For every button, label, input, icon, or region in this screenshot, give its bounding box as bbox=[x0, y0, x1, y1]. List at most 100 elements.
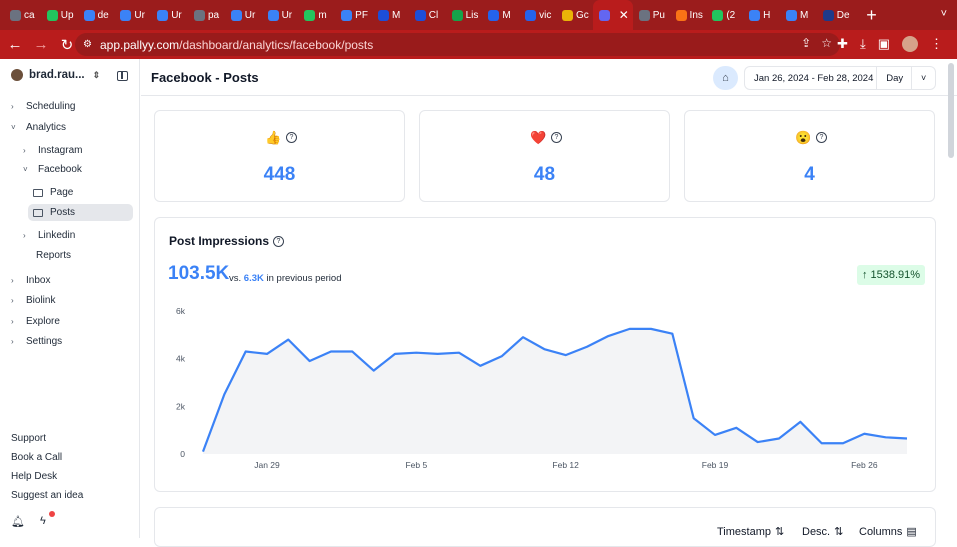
browser-tab[interactable]: M bbox=[372, 0, 409, 30]
help-icon[interactable]: ? bbox=[273, 236, 284, 247]
footer-link-help-desk[interactable]: Help Desk bbox=[11, 471, 57, 482]
new-tab-icon[interactable]: + bbox=[862, 5, 882, 26]
sidebar-item-analytics[interactable]: ˅ Analytics bbox=[11, 122, 66, 133]
browser-tab[interactable]: de bbox=[78, 0, 115, 30]
data-point[interactable] bbox=[649, 327, 653, 331]
data-point[interactable] bbox=[286, 338, 290, 342]
data-point[interactable] bbox=[585, 345, 589, 349]
browser-tab[interactable]: Up bbox=[41, 0, 78, 30]
data-point[interactable] bbox=[734, 426, 738, 430]
data-point[interactable] bbox=[222, 392, 226, 396]
browser-tab[interactable]: Lis bbox=[446, 0, 483, 30]
browser-menu-icon[interactable]: ⋮ bbox=[930, 36, 943, 52]
data-point[interactable] bbox=[564, 353, 568, 357]
tab-search-icon[interactable]: ˅ bbox=[941, 8, 947, 20]
close-tab-icon[interactable]: ✕ bbox=[619, 8, 629, 22]
browser-tab[interactable]: De bbox=[817, 0, 854, 30]
data-point[interactable] bbox=[798, 420, 802, 424]
tag-filter-button[interactable]: ⌂ bbox=[713, 66, 738, 90]
data-point[interactable] bbox=[308, 359, 312, 363]
collapse-sidebar-icon[interactable] bbox=[117, 71, 128, 81]
browser-tab[interactable]: pa bbox=[188, 0, 225, 30]
data-point[interactable] bbox=[542, 347, 546, 351]
side-panel-icon[interactable]: ▣ bbox=[878, 36, 890, 52]
help-icon[interactable]: ? bbox=[816, 132, 827, 143]
browser-tab[interactable]: m bbox=[298, 0, 335, 30]
data-point[interactable] bbox=[884, 435, 888, 439]
data-point[interactable] bbox=[414, 351, 418, 355]
data-point[interactable] bbox=[500, 354, 504, 358]
browser-tab[interactable]: M bbox=[780, 0, 817, 30]
browser-tab[interactable]: Ur bbox=[151, 0, 188, 30]
bookmark-star-icon[interactable]: ☆ bbox=[821, 36, 832, 50]
data-point[interactable] bbox=[905, 437, 909, 441]
footer-link-book-a-call[interactable]: Book a Call bbox=[11, 452, 62, 463]
browser-tab[interactable]: M bbox=[482, 0, 519, 30]
data-point[interactable] bbox=[350, 350, 354, 354]
data-point[interactable] bbox=[628, 327, 632, 331]
sidebar-item-explore[interactable]: › Explore bbox=[11, 316, 60, 327]
help-icon[interactable]: ? bbox=[286, 132, 297, 143]
sidebar-item-instagram[interactable]: › Instagram bbox=[23, 145, 82, 156]
granularity-select[interactable]: Day bbox=[876, 67, 911, 89]
sidebar-item-linkedin[interactable]: › Linkedin bbox=[23, 230, 75, 241]
data-point[interactable] bbox=[201, 450, 205, 454]
data-point[interactable] bbox=[777, 437, 781, 441]
forward-icon[interactable]: → bbox=[30, 36, 52, 53]
browser-tab[interactable]: Ur bbox=[114, 0, 151, 30]
browser-tab[interactable]: (2 bbox=[706, 0, 743, 30]
sidebar-item-inbox[interactable]: › Inbox bbox=[11, 275, 50, 286]
url-bar[interactable]: ⚙ app.pallyy.com/dashboard/analytics/fac… bbox=[75, 33, 840, 56]
data-point[interactable] bbox=[436, 352, 440, 356]
browser-tab[interactable]: Pu bbox=[633, 0, 670, 30]
browser-tab[interactable]: Ur bbox=[225, 0, 262, 30]
browser-tab[interactable]: Ins bbox=[670, 0, 707, 30]
share-icon[interactable]: ⇪ bbox=[801, 36, 811, 50]
sidebar-item-biolink[interactable]: › Biolink bbox=[11, 295, 55, 306]
data-point[interactable] bbox=[372, 369, 376, 373]
data-point[interactable] bbox=[713, 433, 717, 437]
browser-tab[interactable]: PF bbox=[335, 0, 372, 30]
data-point[interactable] bbox=[244, 350, 248, 354]
sidebar-item-scheduling[interactable]: › Scheduling bbox=[11, 101, 75, 112]
data-point[interactable] bbox=[862, 432, 866, 436]
browser-tab[interactable]: H bbox=[743, 0, 780, 30]
browser-tab[interactable]: ca bbox=[4, 0, 41, 30]
site-info-icon[interactable]: ⚙ bbox=[83, 39, 92, 50]
browser-tab[interactable]: ✕ bbox=[592, 0, 633, 30]
data-point[interactable] bbox=[841, 441, 845, 445]
footer-link-support[interactable]: Support bbox=[11, 433, 46, 444]
chevron-down-icon[interactable]: ˅ bbox=[911, 67, 935, 89]
data-point[interactable] bbox=[606, 334, 610, 338]
order-button[interactable]: Desc. ⇅ bbox=[802, 525, 843, 539]
extensions-icon[interactable]: ✚ bbox=[837, 36, 848, 52]
data-point[interactable] bbox=[521, 335, 525, 339]
data-point[interactable] bbox=[329, 350, 333, 354]
data-point[interactable] bbox=[265, 352, 269, 356]
sidebar-item-reports[interactable]: Reports bbox=[36, 250, 71, 261]
data-point[interactable] bbox=[756, 440, 760, 444]
footer-link-suggest-an-idea[interactable]: Suggest an idea bbox=[11, 490, 83, 501]
help-icon[interactable]: ? bbox=[551, 132, 562, 143]
sidebar-item-posts[interactable]: Posts bbox=[28, 204, 133, 221]
notification-bell-icon[interactable]: 🔔︎ bbox=[11, 515, 25, 528]
browser-tab[interactable]: Gc bbox=[556, 0, 593, 30]
sidebar-item-facebook[interactable]: ˅ Facebook bbox=[23, 164, 82, 175]
data-point[interactable] bbox=[692, 416, 696, 420]
sidebar-item-page[interactable]: Page bbox=[33, 187, 73, 198]
page-scrollbar[interactable] bbox=[948, 63, 954, 158]
whats-new-bolt-icon[interactable]: ϟ bbox=[40, 515, 46, 527]
browser-tab[interactable]: vic bbox=[519, 0, 556, 30]
data-point[interactable] bbox=[393, 352, 397, 356]
account-switcher[interactable]: brad.rau... ⇕ bbox=[11, 69, 131, 81]
download-icon[interactable]: ⤓ bbox=[860, 36, 866, 52]
profile-avatar[interactable] bbox=[902, 36, 918, 52]
sort-by-button[interactable]: Timestamp ⇅ bbox=[717, 525, 784, 539]
sidebar-item-settings[interactable]: › Settings bbox=[11, 336, 62, 347]
data-point[interactable] bbox=[670, 332, 674, 336]
data-point[interactable] bbox=[820, 441, 824, 445]
date-range-button[interactable]: Jan 26, 2024 - Feb 28, 2024 bbox=[745, 73, 876, 84]
browser-tab[interactable]: Ur bbox=[262, 0, 299, 30]
data-point[interactable] bbox=[457, 351, 461, 355]
data-point[interactable] bbox=[478, 364, 482, 368]
